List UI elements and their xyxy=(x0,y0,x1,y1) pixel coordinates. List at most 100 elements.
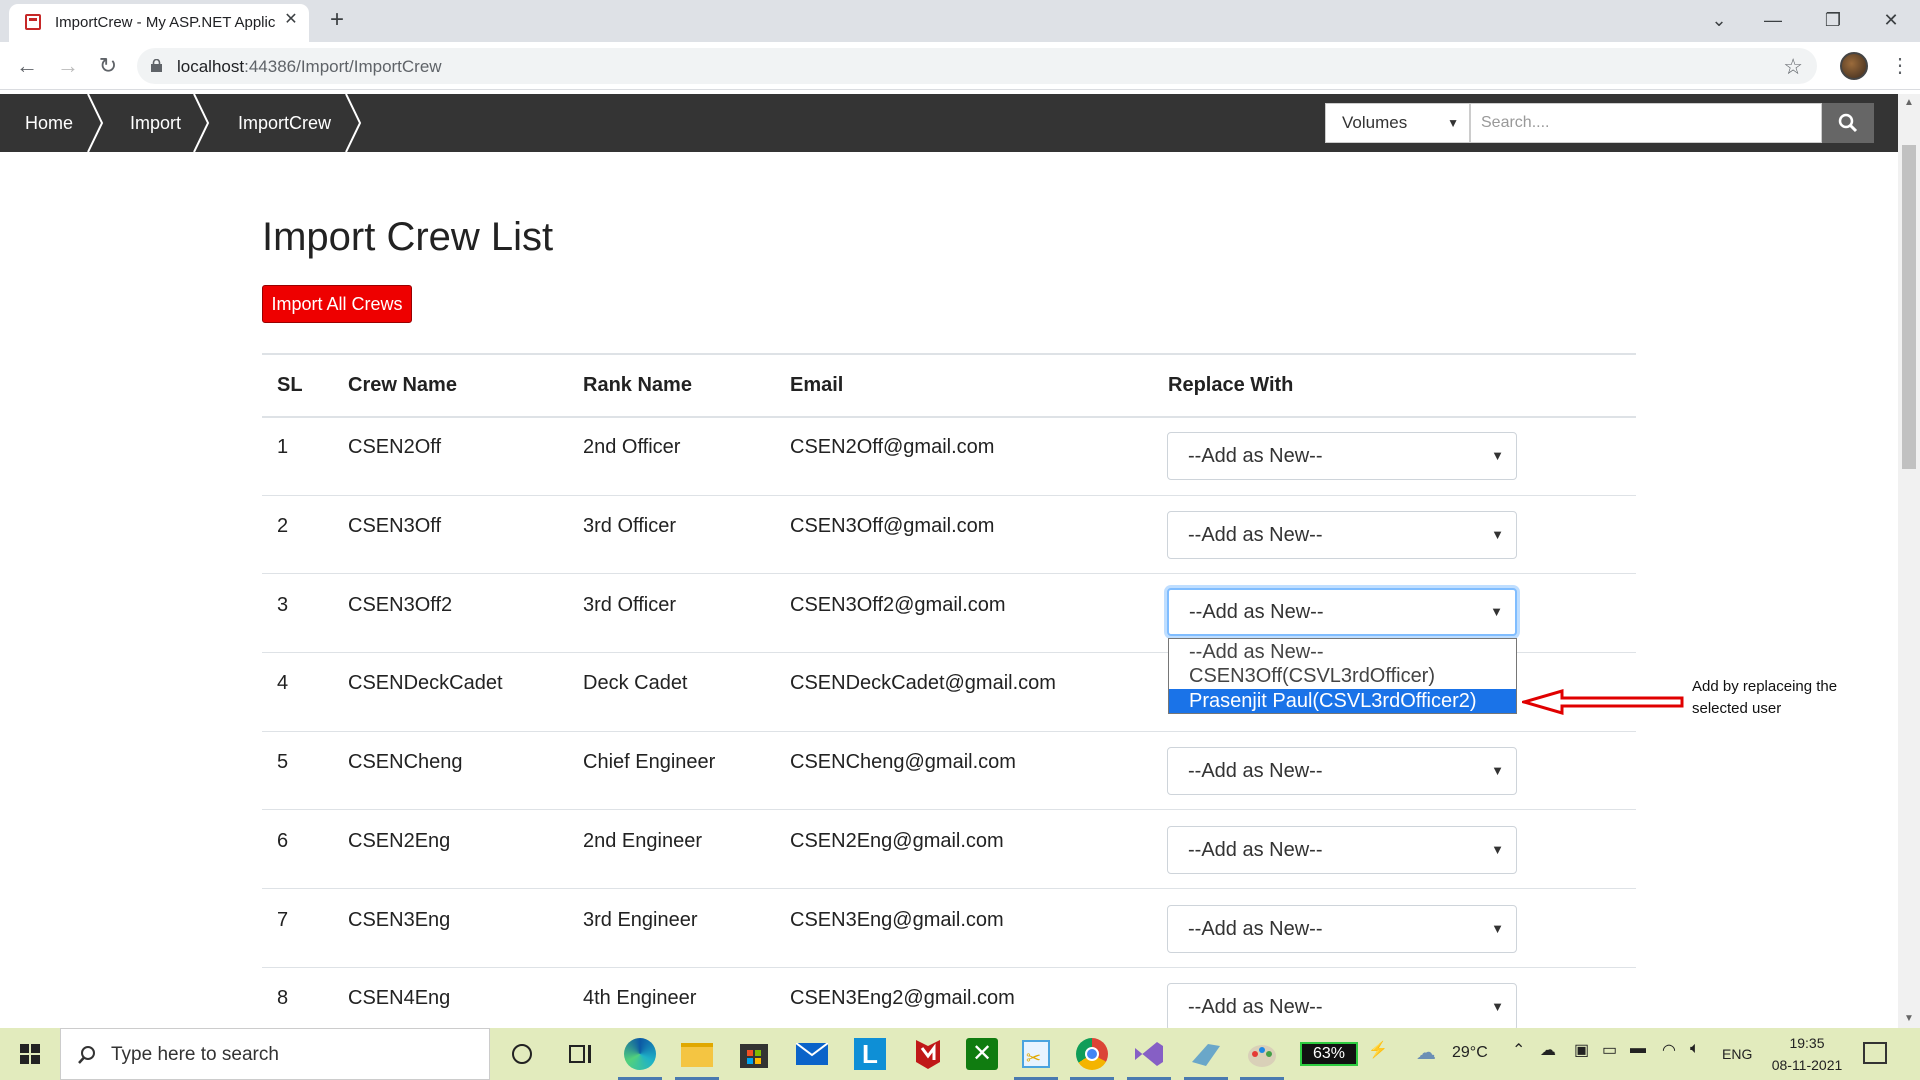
dropdown-option[interactable]: --Add as New-- xyxy=(1169,640,1516,664)
file-explorer-icon[interactable] xyxy=(675,1036,719,1080)
address-bar[interactable]: localhost:44386/Import/ImportCrew ☆ xyxy=(137,48,1817,84)
row-email: CSEN3Eng2@gmail.com xyxy=(790,987,1015,1009)
store-icon[interactable] xyxy=(736,1036,772,1072)
weather-cloud-icon[interactable]: ☁ xyxy=(1416,1040,1436,1065)
replace-with-select[interactable]: --Add as New-- ▼ xyxy=(1167,826,1517,874)
row-crew-name: CSEN4Eng xyxy=(348,987,451,1009)
plug-icon: ⚡ xyxy=(1368,1042,1388,1059)
tab-search-chevron-icon[interactable]: ⌄ xyxy=(1696,6,1742,34)
breadcrumb-home[interactable]: Home xyxy=(25,94,73,152)
replace-with-dropdown-list: --Add as New-- CSEN3Off(CSVL3rdOfficer) … xyxy=(1168,638,1517,714)
battery-percent-badge[interactable]: 63% xyxy=(1300,1042,1358,1066)
show-hidden-icons-chevron-icon[interactable]: ⌃ xyxy=(1512,1040,1525,1060)
row-divider xyxy=(262,495,1636,496)
xbox-icon[interactable]: ✕ xyxy=(964,1036,1000,1072)
row-divider xyxy=(262,573,1636,574)
row-rank-name: 2nd Officer xyxy=(583,436,681,458)
task-view-icon[interactable] xyxy=(562,1036,598,1072)
search-button[interactable] xyxy=(1822,103,1874,143)
row-crew-name: CSEN3Eng xyxy=(348,909,451,931)
replace-with-select[interactable]: --Add as New-- ▼ xyxy=(1167,905,1517,953)
snipping-tool-icon[interactable]: ✂ xyxy=(1014,1036,1058,1080)
profile-avatar[interactable] xyxy=(1840,52,1868,80)
scrollbar-thumb[interactable] xyxy=(1902,145,1916,469)
clock-date: 08-11-2021 xyxy=(1771,1057,1843,1073)
row-sl: 3 xyxy=(277,594,289,616)
row-divider xyxy=(262,888,1636,889)
app-navbar: Home Import ImportCrew Volumes ▼ Search.… xyxy=(0,94,1898,152)
visual-studio-icon[interactable] xyxy=(1127,1036,1171,1080)
scroll-down-icon[interactable]: ▼ xyxy=(1898,1010,1920,1028)
search-icon xyxy=(78,1046,95,1064)
back-button[interactable]: ← xyxy=(13,52,41,80)
taskbar-search-box[interactable]: Type here to search xyxy=(60,1028,490,1080)
browser-tab[interactable]: ImportCrew - My ASP.NET Applic ✕ xyxy=(9,4,309,42)
bookmark-star-icon[interactable]: ☆ xyxy=(1783,54,1803,80)
lock-icon xyxy=(151,59,162,72)
header-replace-with: Replace With xyxy=(1168,374,1294,396)
breadcrumb-import[interactable]: Import xyxy=(130,94,181,152)
row-rank-name: 3rd Engineer xyxy=(583,909,698,931)
start-button[interactable] xyxy=(0,1028,60,1080)
row-sl: 6 xyxy=(277,830,289,852)
chrome-icon[interactable] xyxy=(1070,1036,1114,1080)
search-input[interactable]: Search.... xyxy=(1470,103,1822,143)
select-value: --Add as New-- xyxy=(1188,839,1323,861)
minimize-button[interactable]: — xyxy=(1750,6,1796,34)
replace-with-select-open[interactable]: --Add as New-- ▼ xyxy=(1167,588,1517,636)
row-rank-name: Chief Engineer xyxy=(583,751,716,773)
row-sl: 4 xyxy=(277,672,289,694)
replace-with-select[interactable]: --Add as New-- ▼ xyxy=(1167,511,1517,559)
chevron-down-icon: ▼ xyxy=(1491,763,1504,778)
browser-menu-icon[interactable]: ⋮ xyxy=(1890,52,1910,80)
restore-button[interactable]: ❐ xyxy=(1810,6,1856,34)
row-crew-name: CSEN3Off2 xyxy=(348,594,453,616)
taskbar-clock[interactable]: 19:35 08-11-2021 xyxy=(1762,1032,1852,1076)
row-sl: 7 xyxy=(277,909,289,931)
chevron-down-icon: ▼ xyxy=(1490,604,1503,619)
volume-icon[interactable]: 🔈︎ xyxy=(1690,1040,1700,1058)
battery-icon[interactable]: ▬ xyxy=(1630,1040,1646,1058)
scroll-up-icon[interactable]: ▲ xyxy=(1898,94,1920,112)
reload-button[interactable]: ↻ xyxy=(94,52,122,80)
dropdown-option-highlighted[interactable]: Prasenjit Paul(CSVL3rdOfficer2) xyxy=(1169,689,1516,713)
row-crew-name: CSEN3Off xyxy=(348,515,441,537)
import-all-crews-button[interactable]: Import All Crews xyxy=(262,285,412,323)
app-icon[interactable] xyxy=(1184,1036,1228,1080)
volumes-select[interactable]: Volumes ▼ xyxy=(1325,103,1470,143)
chevron-down-icon: ▼ xyxy=(1491,842,1504,857)
row-rank-name: Deck Cadet xyxy=(583,672,688,694)
language-indicator[interactable]: ENG xyxy=(1722,1046,1752,1062)
monitor-icon[interactable]: ▭ xyxy=(1602,1040,1617,1060)
notification-center-icon[interactable] xyxy=(1863,1042,1887,1064)
chevron-down-icon: ▼ xyxy=(1491,921,1504,936)
wifi-icon[interactable]: ◠ xyxy=(1662,1040,1676,1060)
new-tab-button[interactable]: + xyxy=(324,8,350,34)
cortana-icon[interactable] xyxy=(504,1036,540,1072)
edge-icon[interactable] xyxy=(618,1036,662,1080)
volumes-select-label: Volumes xyxy=(1342,113,1408,132)
close-window-button[interactable]: ✕ xyxy=(1868,6,1914,34)
forward-button[interactable]: → xyxy=(54,52,82,80)
select-value: --Add as New-- xyxy=(1189,601,1324,623)
select-value: --Add as New-- xyxy=(1188,524,1323,546)
header-rank-name: Rank Name xyxy=(583,374,692,396)
row-email: CSENCheng@gmail.com xyxy=(790,751,1016,773)
dropdown-option[interactable]: CSEN3Off(CSVL3rdOfficer) xyxy=(1169,664,1516,688)
row-sl: 1 xyxy=(277,436,289,458)
breadcrumb-importcrew[interactable]: ImportCrew xyxy=(238,94,331,152)
launcher-l-icon[interactable]: L xyxy=(852,1036,888,1072)
mail-icon[interactable] xyxy=(794,1036,830,1072)
device-icon[interactable]: ▣ xyxy=(1574,1040,1589,1060)
tab-close-icon[interactable]: ✕ xyxy=(281,10,301,30)
temperature-text[interactable]: 29°C xyxy=(1452,1044,1488,1062)
mcafee-icon[interactable] xyxy=(910,1036,946,1072)
replace-with-select[interactable]: --Add as New-- ▼ xyxy=(1167,432,1517,480)
replace-with-select[interactable]: --Add as New-- ▼ xyxy=(1167,747,1517,795)
annotation-line: selected user xyxy=(1692,700,1782,717)
row-email: CSENDeckCadet@gmail.com xyxy=(790,672,1056,694)
paint-icon[interactable] xyxy=(1240,1036,1284,1080)
replace-with-select[interactable]: --Add as New-- ▼ xyxy=(1167,983,1517,1031)
onedrive-icon[interactable]: ☁ xyxy=(1540,1040,1556,1060)
browser-toolbar: ← → ↻ localhost:44386/Import/ImportCrew … xyxy=(0,42,1920,90)
